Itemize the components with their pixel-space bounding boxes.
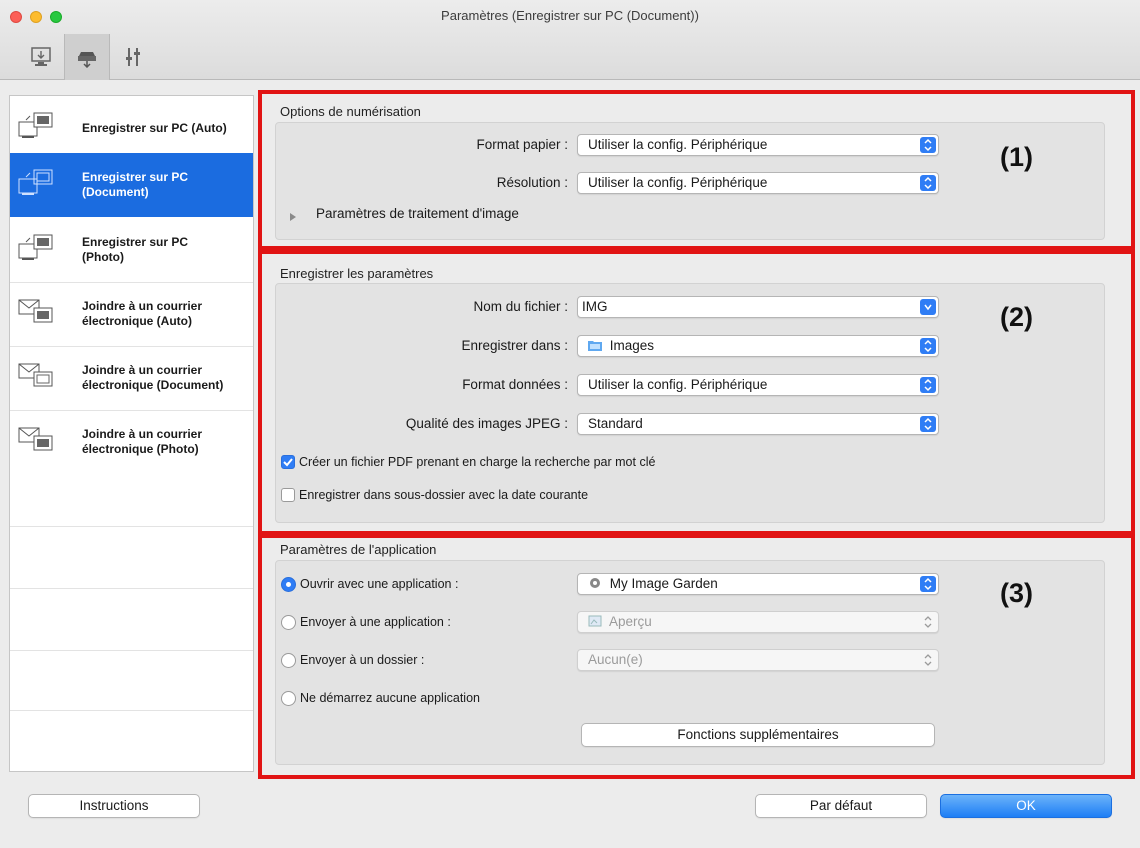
chevron-updown-icon	[920, 338, 936, 354]
sidebar-divider	[10, 650, 253, 651]
send-to-app-radio[interactable]	[281, 615, 296, 630]
filename-label: Nom du fichier :	[473, 299, 568, 314]
section-marker-3: (3)	[1000, 578, 1033, 608]
sidebar-item-save-to-pc-document[interactable]: Enregistrer sur PC (Document)	[10, 153, 253, 217]
resolution-value: Utiliser la config. Périphérique	[588, 175, 768, 190]
sidebar-divider	[10, 710, 253, 711]
defaults-button[interactable]: Par défaut	[755, 794, 927, 818]
save-to-pc-document-icon	[18, 169, 53, 195]
sidebar-item-attach-email-auto[interactable]: Joindre à un courrier électronique (Auto…	[10, 282, 253, 346]
resolution-label: Résolution :	[496, 175, 568, 190]
chevron-updown-icon	[920, 377, 936, 393]
resolution-select[interactable]: Utiliser la config. Périphérique	[577, 172, 939, 194]
send-to-app-select[interactable]: Aperçu	[577, 611, 939, 633]
attach-email-photo-icon	[18, 427, 53, 451]
scan-mode-sidebar: Enregistrer sur PC (Auto) Enregistrer su…	[9, 95, 254, 772]
sidebar-item-label: Joindre à un courrier électronique (Phot…	[82, 427, 203, 456]
sidebar-item-save-to-pc-auto[interactable]: Enregistrer sur PC (Auto)	[10, 96, 253, 160]
send-to-folder-radio[interactable]	[281, 653, 296, 668]
sidebar-item-label: Joindre à un courrier électronique (Docu…	[82, 363, 224, 392]
send-to-folder-select[interactable]: Aucun(e)	[577, 649, 939, 671]
folder-icon	[588, 341, 602, 351]
scan-from-operation-panel-icon	[78, 52, 96, 68]
date-subfolder-checkbox[interactable]	[281, 488, 295, 502]
filename-value: IMG	[582, 299, 608, 314]
filename-combobox[interactable]: IMG	[577, 296, 939, 318]
send-to-folder-value: Aucun(e)	[588, 652, 643, 667]
data-format-label: Format données :	[462, 377, 568, 392]
more-functions-button[interactable]: Fonctions supplémentaires	[581, 723, 935, 747]
sidebar-divider	[10, 526, 253, 527]
chevron-updown-icon	[920, 175, 936, 191]
open-with-app-value: My Image Garden	[609, 576, 718, 591]
checkmark-icon	[283, 458, 293, 467]
save-to-pc-photo-icon	[18, 234, 53, 260]
instructions-button[interactable]: Instructions	[28, 794, 200, 818]
save-settings-title: Enregistrer les paramètres	[280, 266, 434, 281]
save-in-value: Images	[609, 338, 655, 353]
save-in-label: Enregistrer dans :	[461, 338, 568, 353]
date-subfolder-label: Enregistrer dans sous-dossier avec la da…	[299, 488, 589, 502]
image-processing-disclosure[interactable]: Paramètres de traitement d'image	[288, 206, 588, 224]
window-titlebar: Paramètres (Enregistrer sur PC (Document…	[0, 0, 1140, 80]
sidebar-item-label: Joindre à un courrier électronique (Auto…	[82, 299, 203, 328]
image-processing-label: Paramètres de traitement d'image	[316, 206, 519, 221]
save-to-pc-icon	[18, 112, 53, 138]
tab-general-settings[interactable]	[110, 34, 156, 80]
send-to-folder-label: Envoyer à un dossier :	[300, 653, 425, 667]
open-with-app-select[interactable]: My Image Garden	[577, 573, 939, 595]
pdf-keyword-search-label: Créer un fichier PDF prenant en charge l…	[299, 455, 656, 469]
scan-from-computer-icon	[31, 47, 51, 66]
tab-scan-from-operation-panel[interactable]	[64, 34, 110, 80]
send-to-app-label: Envoyer à une application :	[300, 615, 451, 629]
jpeg-quality-label: Qualité des images JPEG :	[405, 416, 568, 431]
jpeg-quality-value: Standard	[588, 416, 643, 431]
attach-email-document-icon	[18, 363, 53, 387]
preview-app-icon	[588, 615, 602, 627]
paper-size-label: Format papier :	[476, 137, 568, 152]
open-with-app-radio[interactable]	[281, 577, 296, 592]
general-settings-icon	[126, 48, 140, 66]
sidebar-item-attach-email-document[interactable]: Joindre à un courrier électronique (Docu…	[10, 346, 253, 410]
ok-button[interactable]: OK	[940, 794, 1112, 818]
chevron-updown-icon	[920, 614, 936, 630]
data-format-select[interactable]: Utiliser la config. Périphérique	[577, 374, 939, 396]
sidebar-item-save-to-pc-photo[interactable]: Enregistrer sur PC (Photo)	[10, 218, 253, 282]
attach-email-icon	[18, 299, 53, 323]
sidebar-item-label: Enregistrer sur PC (Photo)	[82, 235, 189, 264]
open-with-app-label: Ouvrir avec une application :	[300, 577, 459, 591]
send-to-app-value: Aperçu	[609, 614, 652, 629]
save-settings-group	[275, 283, 1105, 523]
no-app-radio[interactable]	[281, 691, 296, 706]
sidebar-divider	[10, 588, 253, 589]
app-settings-title: Paramètres de l'application	[280, 542, 437, 557]
disclosure-triangle-icon	[290, 213, 296, 221]
chevron-updown-icon	[920, 137, 936, 153]
paper-size-select[interactable]: Utiliser la config. Périphérique	[577, 134, 939, 156]
window-title: Paramètres (Enregistrer sur PC (Document…	[441, 8, 699, 23]
sidebar-item-label: Enregistrer sur PC (Auto)	[82, 120, 227, 135]
sidebar-item-attach-email-photo[interactable]: Joindre à un courrier électronique (Phot…	[10, 410, 253, 474]
paper-size-value: Utiliser la config. Périphérique	[588, 137, 768, 152]
pdf-keyword-search-checkbox[interactable]	[281, 455, 295, 469]
sidebar-item-label: Enregistrer sur PC (Document)	[82, 170, 189, 199]
chevron-updown-icon	[920, 416, 936, 432]
chevron-down-icon	[920, 299, 936, 315]
scan-options-title: Options de numérisation	[280, 104, 421, 119]
section-marker-1: (1)	[1000, 142, 1033, 172]
save-in-select[interactable]: Images	[577, 335, 939, 357]
chevron-updown-icon	[920, 652, 936, 668]
section-marker-2: (2)	[1000, 302, 1033, 332]
my-image-garden-icon	[590, 578, 600, 588]
data-format-value: Utiliser la config. Périphérique	[588, 377, 768, 392]
jpeg-quality-select[interactable]: Standard	[577, 413, 939, 435]
tab-scan-from-computer[interactable]	[18, 34, 64, 80]
no-app-label: Ne démarrez aucune application	[300, 691, 480, 705]
chevron-updown-icon	[920, 576, 936, 592]
